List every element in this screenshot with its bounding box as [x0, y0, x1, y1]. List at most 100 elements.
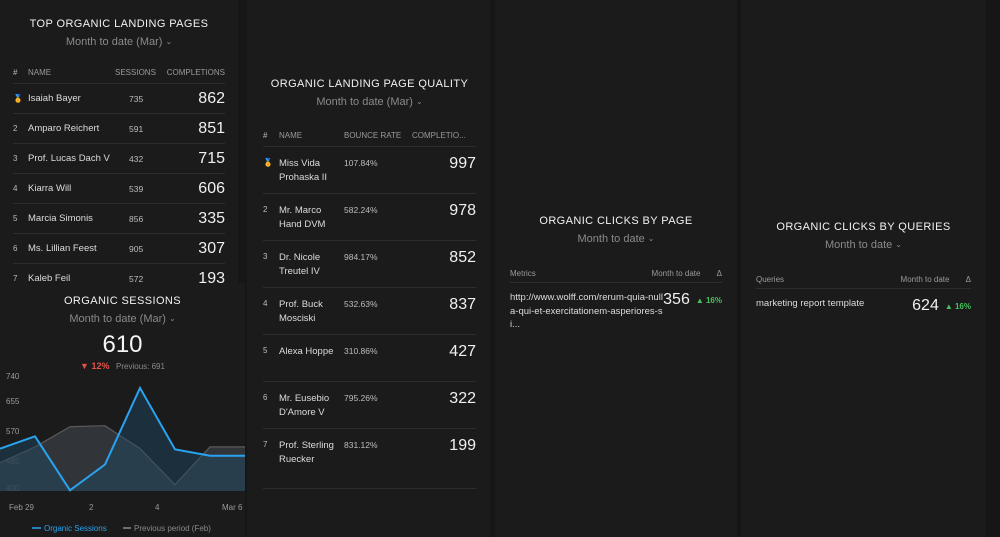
column-header-bounce-rate: BOUNCE RATE [344, 131, 402, 140]
row-name: Kiarra Will [28, 183, 72, 194]
sessions-change: ▼ 12% Previous: 691 [0, 361, 245, 371]
row-completions: 193 [198, 269, 225, 284]
row-completions: 606 [198, 179, 225, 197]
change-percent: 12% [91, 361, 110, 371]
widget-title: ORGANIC CLICKS BY QUERIES [776, 221, 951, 233]
y-tick-label: 655 [6, 397, 20, 406]
table-row: marketing report template 624 ▲ 16% [756, 289, 971, 315]
previous-value: Previous: 691 [116, 362, 165, 371]
row-rank: 7 [263, 440, 268, 449]
table-header: # NAME SESSIONS COMPLETIONS [13, 62, 225, 84]
row-name: Ms. Lillian Feest [28, 243, 97, 254]
column-header-month-to-date: Month to date [651, 269, 701, 278]
row-name: Dr. Nicole Treutel IV [279, 252, 321, 277]
table-row[interactable]: 4 Prof. Buck Mosciski 532.63% 837 [263, 288, 476, 335]
x-tick-label: Feb 29 [9, 503, 34, 512]
row-completions: 997 [449, 155, 476, 172]
medal-icon: 🏅 [263, 158, 273, 167]
row-completions: 322 [449, 390, 476, 407]
row-sessions: 539 [129, 183, 144, 194]
landing-page-quality-widget: ORGANIC LANDING PAGE QUALITY Month to da… [247, 0, 490, 537]
widget-title: ORGANIC LANDING PAGE QUALITY [270, 78, 469, 90]
row-completions: 851 [198, 119, 225, 137]
row-name: Kaleb Feil [28, 273, 71, 283]
page-url[interactable]: http://www.wolff.com/rerum-quia-nulla-qu… [510, 291, 663, 332]
row-sessions: 432 [129, 153, 144, 164]
row-rank: 7 [13, 274, 18, 283]
column-header-delta: Δ [716, 269, 722, 278]
column-header-delta: Δ [965, 275, 971, 284]
row-name: Amparo Reichert [28, 123, 100, 134]
chevron-down-icon: ⌄ [415, 97, 423, 106]
table-row[interactable]: 5 Marcia Simonis 856 335 [13, 204, 225, 234]
x-tick-label: 4 [155, 503, 160, 512]
clicks-by-queries-widget: ORGANIC CLICKS BY QUERIES Month to date ⌄… [741, 0, 986, 537]
sessions-line-chart: 740655570485400Feb 2924Mar 6Organic Sess… [0, 372, 245, 533]
row-sessions: 591 [129, 123, 144, 134]
row-sessions: 856 [129, 213, 144, 224]
row-sessions: 735 [129, 93, 144, 104]
column-header-month-to-date: Month to date [900, 275, 950, 284]
period-selector[interactable]: Month to date (Mar) ⌄ [13, 36, 225, 48]
table-header: Metrics Month to date Δ [510, 261, 722, 283]
widget-title: ORGANIC CLICKS BY PAGE [539, 215, 693, 227]
column-header-queries: Queries [756, 275, 785, 284]
widget-title: TOP ORGANIC LANDING PAGES [29, 18, 209, 30]
table-row[interactable]: 7 Kaleb Feil 572 193 [13, 264, 225, 284]
sessions-value: 610 [102, 331, 143, 358]
table-header: # NAME BOUNCE RATE COMPLETIO... [263, 125, 476, 147]
table-row[interactable]: 6 Mr. Eusebio D'Amore V 795.26% 322 [263, 382, 476, 429]
row-name: Isaiah Bayer [28, 93, 81, 104]
medal-icon: 🏅 [13, 94, 23, 103]
table-row[interactable]: 🏅 Isaiah Bayer 735 862 [13, 84, 225, 114]
clicks-by-page-widget: ORGANIC CLICKS BY PAGE Month to date ⌄ Me… [495, 0, 737, 537]
query-text: marketing report template [756, 298, 865, 309]
row-name: Miss Vida Prohaska II [279, 158, 328, 183]
chevron-down-icon: ⌄ [165, 37, 173, 46]
table-row[interactable]: 3 Dr. Nicole Treutel IV 984.17% 852 [263, 241, 476, 288]
row-name: Prof. Buck Mosciski [279, 299, 323, 324]
row-completions: 199 [449, 437, 476, 454]
period-label: Month to date [577, 233, 645, 245]
legend-label-previous: Previous period (Feb) [134, 524, 211, 533]
period-selector[interactable]: Month to date (Mar) ⌄ [263, 96, 476, 108]
table-row[interactable]: 7 Prof. Sterling Ruecker 831.12% 199 [263, 429, 476, 489]
table-row[interactable]: 3 Prof. Lucas Dach V 432 715 [13, 144, 225, 174]
period-label: Month to date (Mar) [65, 36, 163, 48]
row-bounce-rate: 107.84% [344, 158, 378, 168]
table-row[interactable]: 2 Amparo Reichert 591 851 [13, 114, 225, 144]
organic-sessions-widget: ORGANIC SESSIONS Month to date (Mar) ⌄ 61… [0, 283, 245, 537]
row-rank: 5 [13, 214, 18, 223]
table-row[interactable]: 🏅 Miss Vida Prohaska II 107.84% 997 [263, 147, 476, 194]
table-row[interactable]: 5 Alexa Hoppe 310.86% 427 [263, 335, 476, 382]
row-rank: 3 [13, 154, 18, 163]
table-row[interactable]: 4 Kiarra Will 539 606 [13, 174, 225, 204]
column-header-completions: COMPLETIO... [412, 131, 466, 140]
row-rank: 5 [263, 346, 268, 355]
row-bounce-rate: 310.86% [344, 346, 378, 356]
column-header-name: NAME [279, 130, 303, 140]
row-bounce-rate: 984.17% [344, 252, 378, 262]
table-row[interactable]: 6 Ms. Lillian Feest 905 307 [13, 234, 225, 264]
row-rank: 3 [263, 252, 268, 261]
row-rank: 6 [263, 393, 268, 402]
y-tick-label: 740 [6, 372, 20, 381]
row-rank: 2 [263, 205, 268, 214]
clicks-value: 356 [663, 291, 690, 308]
row-name: Mr. Marco Hand DVM [279, 205, 326, 230]
row-completions: 852 [449, 249, 476, 266]
row-completions: 978 [449, 202, 476, 219]
period-selector[interactable]: Month to date ⌄ [510, 233, 722, 245]
row-name: Prof. Sterling Ruecker [279, 440, 334, 465]
x-tick-label: Mar 6 [222, 503, 243, 512]
column-header-name: NAME [28, 68, 52, 77]
table-row: http://www.wolff.com/rerum-quia-nulla-qu… [510, 283, 722, 332]
column-header-completions: COMPLETIONS [166, 68, 225, 77]
row-sessions: 572 [129, 273, 144, 284]
column-header-metrics: Metrics [510, 269, 536, 278]
period-selector[interactable]: Month to date (Mar) ⌄ [0, 313, 245, 325]
table-row[interactable]: 2 Mr. Marco Hand DVM 582.24% 978 [263, 194, 476, 241]
down-arrow-icon: ▼ [80, 361, 89, 371]
clicks-value: 624 [912, 297, 939, 314]
period-selector[interactable]: Month to date ⌄ [756, 239, 971, 251]
